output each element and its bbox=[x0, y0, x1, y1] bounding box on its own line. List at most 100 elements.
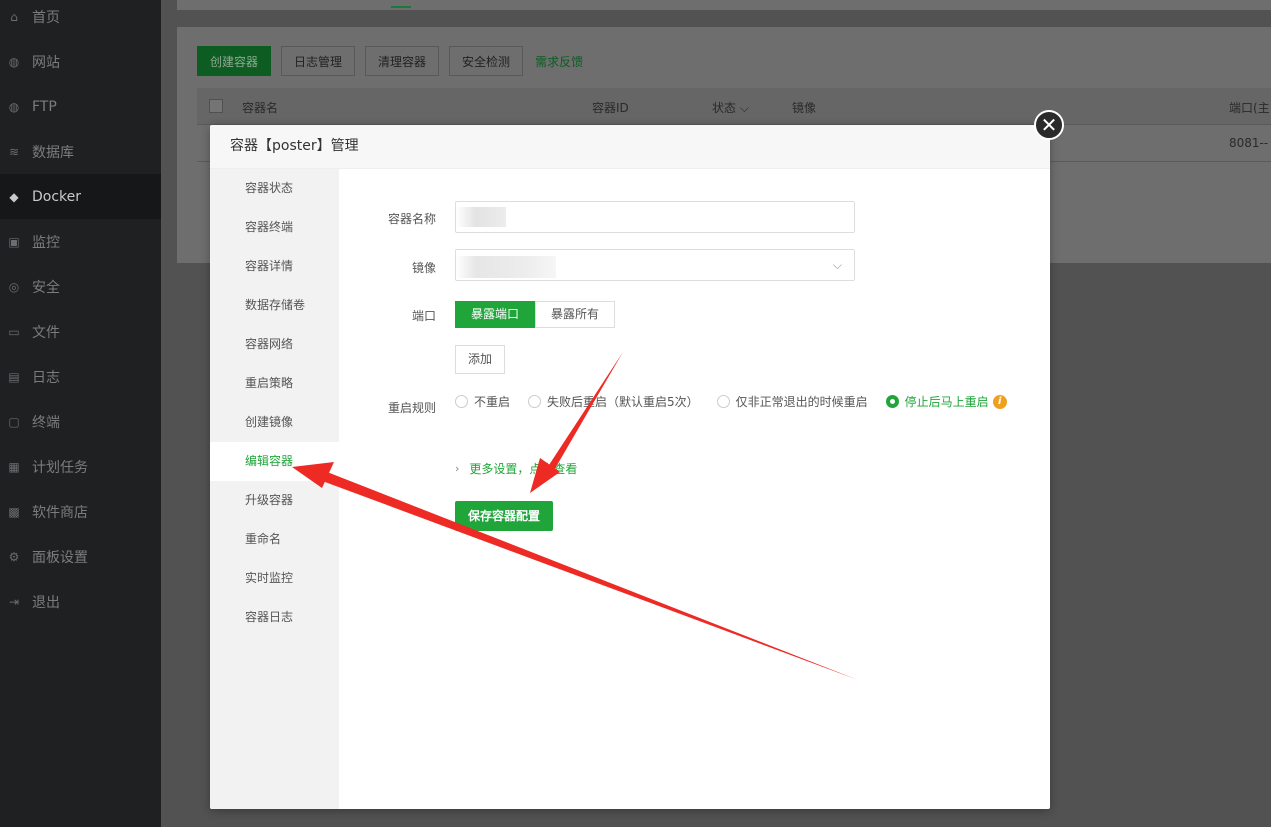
port-label: 端口 bbox=[411, 309, 436, 323]
sidebar-item-7[interactable]: ▭ 文件 bbox=[0, 309, 161, 354]
sidebar-item-label: 文件 bbox=[32, 324, 60, 341]
dialog-side-menu: 容器状态 容器终端 容器详情 数据存储卷 容器网络 重启策略 创建镜像 编辑容器 升级容器 重命名… bbox=[210, 169, 339, 809]
sidebar-item-label: 面板设置 bbox=[32, 549, 88, 566]
container-name-input[interactable] bbox=[455, 201, 855, 233]
feedback-link[interactable]: 需求反馈 bbox=[535, 53, 583, 70]
home-icon: ⌂ bbox=[10, 9, 18, 24]
sidebar-item-label: 首页 bbox=[32, 9, 60, 26]
sidebar-item-0[interactable]: ⌂ 首页 bbox=[0, 0, 161, 39]
radio-dot bbox=[528, 395, 542, 408]
sidebar-item-4[interactable]: ◆ Docker bbox=[0, 174, 161, 219]
sidebar-item-9[interactable]: ▢ 终端 bbox=[0, 399, 161, 444]
log-icon: ▤ bbox=[8, 369, 20, 384]
database-icon: ≋ bbox=[8, 144, 20, 159]
sidebar-item-5[interactable]: ▣ 监控 bbox=[0, 219, 161, 264]
sidebar-item-12[interactable]: ⚙ 面板设置 bbox=[0, 534, 161, 579]
row-port: 8081-- bbox=[1229, 136, 1269, 150]
gear-icon: ⚙ bbox=[8, 549, 20, 564]
sidebar-item-label: 日志 bbox=[32, 369, 60, 386]
sidebar-item-label: 网站 bbox=[32, 54, 60, 71]
sidebar-item-6[interactable]: ◎ 安全 bbox=[0, 264, 161, 309]
dialog-menu-item[interactable]: 容器详情 bbox=[210, 247, 339, 286]
add-port-button[interactable]: 添加 bbox=[455, 345, 506, 374]
apps-icon: ▩ bbox=[8, 504, 20, 519]
close-icon[interactable]: ✕ bbox=[1034, 110, 1064, 140]
expose-port-button[interactable]: 暴露端口 bbox=[455, 301, 536, 328]
image-select[interactable]: ⌵ bbox=[455, 249, 855, 281]
terminal-icon: ▢ bbox=[8, 414, 20, 429]
sidebar-item-8[interactable]: ▤ 日志 bbox=[0, 354, 161, 399]
sidebar-item-label: 监控 bbox=[32, 234, 60, 251]
expose-all-button[interactable]: 暴露所有 bbox=[535, 301, 616, 328]
folder-icon: ▭ bbox=[8, 324, 20, 339]
sidebar-item-label: 安全 bbox=[32, 279, 60, 296]
radio-dot bbox=[455, 395, 468, 408]
restart-option-no[interactable]: 不重启 bbox=[455, 393, 510, 410]
toolbar: 创建容器 日志管理 清理容器 安全检测 需求反馈 bbox=[197, 46, 583, 76]
clean-container-button[interactable]: 清理容器 bbox=[365, 46, 440, 76]
save-config-button[interactable]: 保存容器配置 bbox=[455, 501, 554, 531]
dialog-menu-item[interactable]: 容器终端 bbox=[210, 208, 339, 247]
chevron-right-icon: › bbox=[455, 462, 460, 475]
log-manage-button[interactable]: 日志管理 bbox=[281, 46, 356, 76]
select-all-checkbox[interactable] bbox=[209, 99, 223, 113]
col-id: 容器ID bbox=[592, 101, 629, 115]
sidebar-item-2[interactable]: ◍ FTP bbox=[0, 84, 161, 129]
sidebar-item-label: FTP bbox=[32, 98, 57, 115]
sidebar-item-label: 计划任务 bbox=[32, 459, 88, 476]
dialog-menu-item[interactable]: 实时监控 bbox=[210, 559, 339, 598]
dialog-menu-item[interactable]: 容器状态 bbox=[210, 169, 339, 208]
table-header: 容器名 容器ID 状态 ⌵ 镜像 端口(主 bbox=[197, 88, 1271, 125]
chevron-down-icon: ⌵ bbox=[739, 101, 749, 115]
docker-icon: ◆ bbox=[9, 189, 19, 204]
ftp-globe-icon: ◍ bbox=[8, 99, 20, 114]
dialog-title: 容器【poster】管理 bbox=[210, 125, 1050, 169]
chevron-down-icon: ⌵ bbox=[832, 258, 842, 272]
dialog-menu-item[interactable]: 重启策略 bbox=[210, 364, 339, 403]
port-mode-toggle: 暴露端口 暴露所有 bbox=[455, 301, 616, 328]
dialog-menu-item[interactable]: 升级容器 bbox=[210, 481, 339, 520]
restart-policy-label: 重启规则 bbox=[387, 401, 436, 415]
col-image: 镜像 bbox=[792, 101, 817, 115]
radio-dot bbox=[885, 395, 899, 408]
top-tabs-bar bbox=[177, 0, 1271, 10]
create-container-button[interactable]: 创建容器 bbox=[197, 46, 272, 76]
more-settings-toggle[interactable]: › 更多设置，点击查看 bbox=[455, 460, 577, 477]
sidebar-item-13[interactable]: ⇥ 退出 bbox=[0, 579, 161, 624]
sidebar-item-11[interactable]: ▩ 软件商店 bbox=[0, 489, 161, 534]
image-label: 镜像 bbox=[411, 261, 436, 275]
dialog-menu-item[interactable]: 重命名 bbox=[210, 520, 339, 559]
sidebar-item-label: 终端 bbox=[32, 414, 60, 431]
redacted-name bbox=[456, 207, 506, 227]
calendar-icon: ▦ bbox=[8, 459, 20, 474]
restart-option-always[interactable]: 停止后马上重启 i bbox=[885, 393, 1007, 410]
security-check-button[interactable]: 安全检测 bbox=[449, 46, 524, 76]
dialog-menu-item[interactable]: 编辑容器 bbox=[210, 442, 339, 481]
shield-icon: ◎ bbox=[8, 279, 20, 294]
sidebar-item-label: 退出 bbox=[32, 594, 60, 611]
restart-option-unless-stopped[interactable]: 仅非正常退出的时候重启 bbox=[716, 393, 868, 410]
dialog-menu-item[interactable]: 容器日志 bbox=[210, 598, 339, 637]
container-name-label: 容器名称 bbox=[387, 212, 436, 226]
dialog-menu-item[interactable]: 数据存储卷 bbox=[210, 286, 339, 325]
radio-dot bbox=[716, 395, 730, 408]
col-port: 端口(主 bbox=[1229, 101, 1270, 115]
col-status[interactable]: 状态 ⌵ bbox=[712, 99, 749, 116]
globe-icon: ◍ bbox=[8, 54, 20, 69]
restart-policy-group: 不重启 失败后重启（默认重启5次） 仅非正常退出的时候重启 停止后马上重启 i bbox=[455, 393, 1025, 410]
monitor-icon: ▣ bbox=[8, 234, 20, 249]
col-name: 容器名 bbox=[242, 101, 279, 115]
container-manage-dialog: 容器【poster】管理 容器状态 容器终端 容器详情 数据存储卷 容器网络 重启策略 创建… bbox=[210, 125, 1050, 809]
sidebar-item-3[interactable]: ≋ 数据库 bbox=[0, 129, 161, 174]
sidebar-item-label: 数据库 bbox=[32, 144, 74, 161]
sidebar-item-10[interactable]: ▦ 计划任务 bbox=[0, 444, 161, 489]
dialog-menu-item[interactable]: 容器网络 bbox=[210, 325, 339, 364]
info-icon[interactable]: i bbox=[992, 394, 1007, 409]
restart-option-on-failure[interactable]: 失败后重启（默认重启5次） bbox=[528, 393, 699, 410]
redacted-image bbox=[456, 256, 556, 278]
dialog-menu-item[interactable]: 创建镜像 bbox=[210, 403, 339, 442]
sidebar: ⌂ 首页 ◍ 网站 ◍ FTP ≋ 数据库 ◆ Docker ▣ 监控 ◎ 安全 ▭ 文件 ▤ 日志 ▢ 终端 ▦ 计划任… bbox=[0, 0, 161, 827]
logout-icon: ⇥ bbox=[8, 594, 20, 609]
sidebar-item-1[interactable]: ◍ 网站 bbox=[0, 39, 161, 84]
active-tab-indicator bbox=[391, 6, 411, 8]
